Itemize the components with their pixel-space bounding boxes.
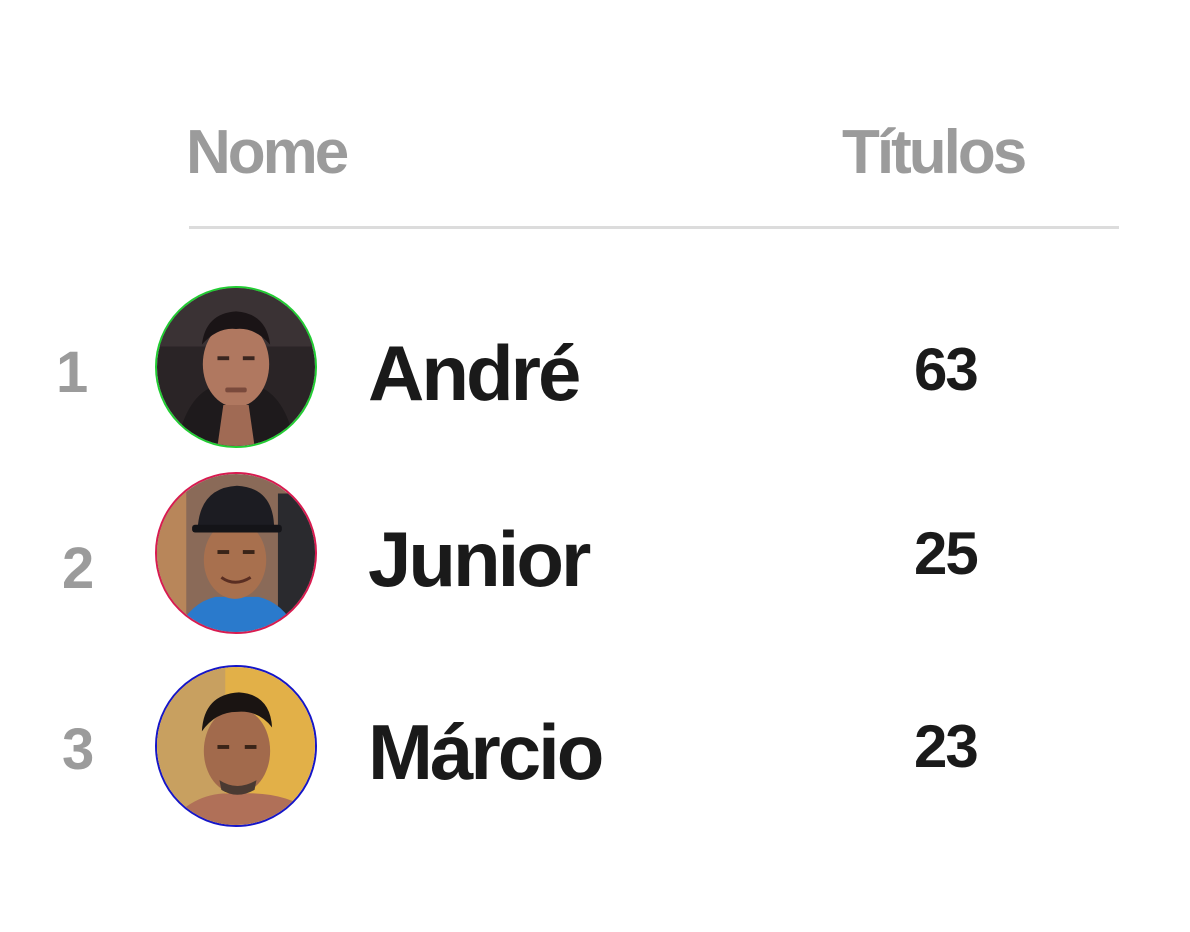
- ranking-row: 1 André 63: [0, 286, 1190, 456]
- header-titles-label: Títulos: [842, 118, 1027, 187]
- header-divider: [189, 226, 1119, 229]
- rank-number: 3: [62, 717, 95, 782]
- player-titles: 25: [914, 520, 979, 587]
- player-name: Márcio: [368, 708, 604, 796]
- avatar-photo-icon: [157, 288, 315, 446]
- avatar-photo-icon: [157, 474, 315, 632]
- player-titles: 63: [914, 336, 979, 403]
- rank-number: 1: [56, 340, 89, 405]
- player-titles: 23: [914, 713, 979, 780]
- player-name: Junior: [368, 515, 591, 603]
- ranking-row: 2 Junior 25: [0, 472, 1190, 642]
- avatar: [155, 286, 317, 448]
- avatar: [155, 472, 317, 634]
- rank-number: 2: [62, 536, 95, 601]
- player-name: André: [368, 329, 581, 417]
- header-name-label: Nome: [186, 118, 349, 187]
- avatar-photo-icon: [157, 667, 315, 825]
- avatar: [155, 665, 317, 827]
- ranking-row: 3 Márcio 23: [0, 665, 1190, 835]
